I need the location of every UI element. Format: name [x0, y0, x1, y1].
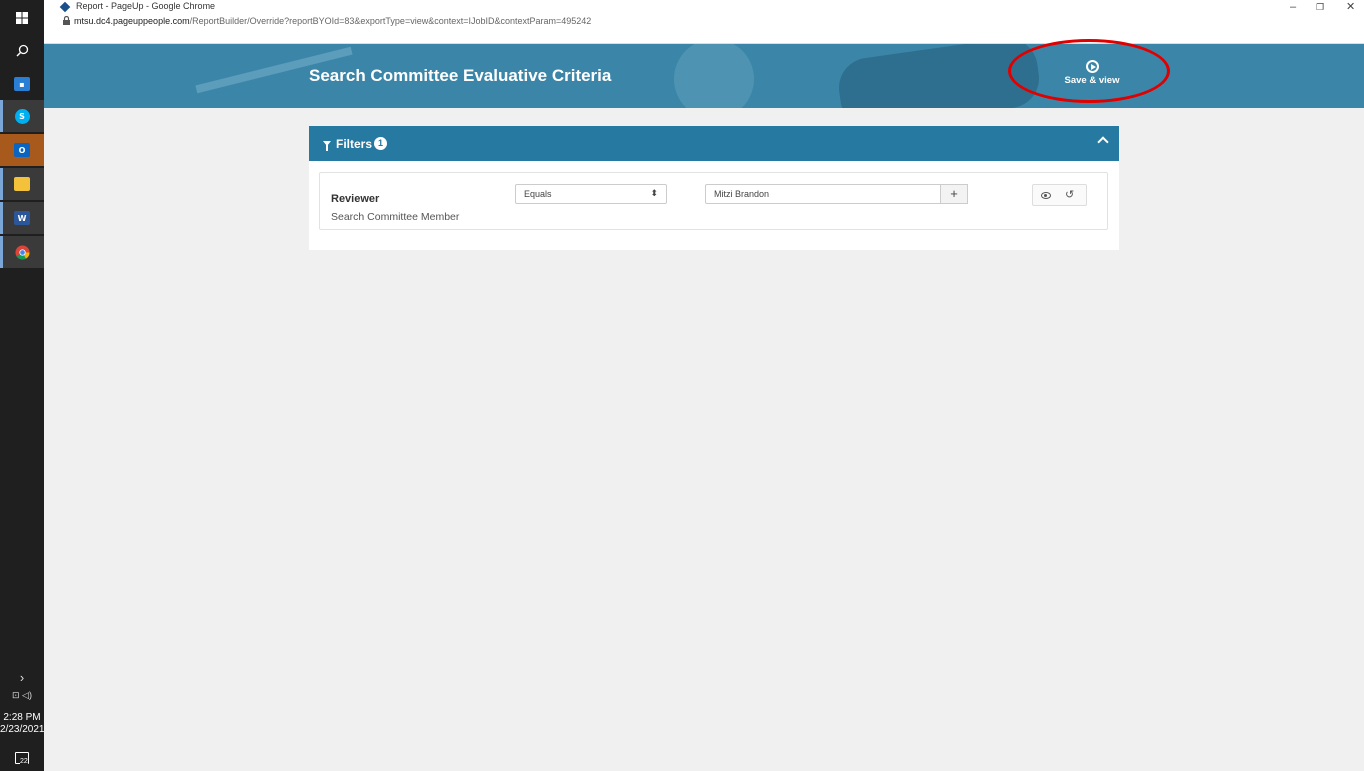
page-header-banner: Search Committee Evaluative Criteria Sav…	[44, 44, 1364, 108]
filters-heading: Filters	[336, 136, 373, 151]
clock-date: 2/23/2021	[0, 724, 45, 735]
filter-value-input[interactable]: Mitzi Brandon	[705, 184, 941, 204]
search-icon[interactable]	[0, 34, 44, 66]
taskbar-clock[interactable]: 2:28 PM 2/23/2021	[0, 712, 45, 736]
clock-time: 2:28 PM	[3, 712, 41, 723]
filters-panel: Filters 1 Reviewer Search Committee Memb…	[309, 126, 1119, 250]
browser-title-bar: Report - PageUp - Google Chrome – ❐ ✕	[44, 0, 1364, 14]
filter-actions: ↺	[1032, 184, 1087, 206]
banner-decoration	[674, 44, 754, 108]
windows-start-icon[interactable]	[0, 2, 44, 34]
minimize-icon[interactable]: –	[1290, 0, 1296, 14]
pageup-favicon-icon	[59, 1, 71, 13]
notification-center-icon[interactable]: 22	[0, 742, 44, 771]
address-bar[interactable]: mtsu.dc4.pageuppeople.com/ReportBuilder/…	[44, 14, 1364, 44]
tray-network-volume-icon[interactable]: ⊡ ◁)	[0, 690, 44, 701]
select-caret-icon: ⬍	[650, 188, 658, 198]
skype-icon[interactable]: S	[0, 100, 44, 132]
save-and-view-label: Save & view	[1064, 75, 1120, 86]
filters-header[interactable]: Filters 1	[309, 126, 1119, 161]
lock-icon[interactable]	[63, 15, 70, 27]
eye-icon[interactable]	[1041, 192, 1051, 199]
filters-count-badge: 1	[374, 137, 388, 150]
banner-decoration	[835, 44, 1043, 108]
add-value-button[interactable]: +	[941, 184, 968, 204]
file-explorer-icon[interactable]	[0, 168, 44, 200]
filter-funnel-icon	[323, 141, 331, 151]
window-title: Report - PageUp - Google Chrome	[76, 1, 216, 11]
url-path: /ReportBuilder/Override?reportBYOId=83&e…	[189, 16, 592, 26]
save-and-view-button[interactable]: Save & view	[1052, 60, 1132, 86]
chrome-icon[interactable]	[0, 236, 44, 268]
outlook-icon[interactable]: O	[0, 134, 44, 166]
filter-operator-select[interactable]: Equals ⬍	[515, 184, 667, 204]
url-text[interactable]: mtsu.dc4.pageuppeople.com/ReportBuilder/…	[74, 16, 591, 26]
show-hidden-icons-icon[interactable]: ›	[0, 670, 44, 685]
filter-row: Reviewer Search Committee Member Equals …	[319, 172, 1108, 230]
close-icon[interactable]: ✕	[1346, 0, 1355, 14]
chevron-up-icon[interactable]	[1097, 136, 1109, 148]
filter-sublabel: Search Committee Member	[331, 211, 460, 223]
filter-operator-value: Equals	[524, 189, 552, 199]
restore-icon[interactable]: ❐	[1316, 0, 1324, 14]
windows-taskbar: ▪ S O W › ⊡ ◁) 2:28 PM 2/23/2021 22	[0, 0, 45, 771]
notification-count: 22	[20, 758, 28, 765]
outlook-contacts-icon[interactable]: ▪	[0, 68, 44, 100]
reset-icon[interactable]: ↺	[1065, 188, 1074, 201]
play-circle-icon	[1085, 60, 1099, 73]
url-host: mtsu.dc4.pageuppeople.com	[74, 16, 190, 26]
page-title: Search Committee Evaluative Criteria	[309, 66, 612, 85]
word-icon[interactable]: W	[0, 202, 44, 234]
filter-label: Reviewer	[331, 193, 380, 205]
